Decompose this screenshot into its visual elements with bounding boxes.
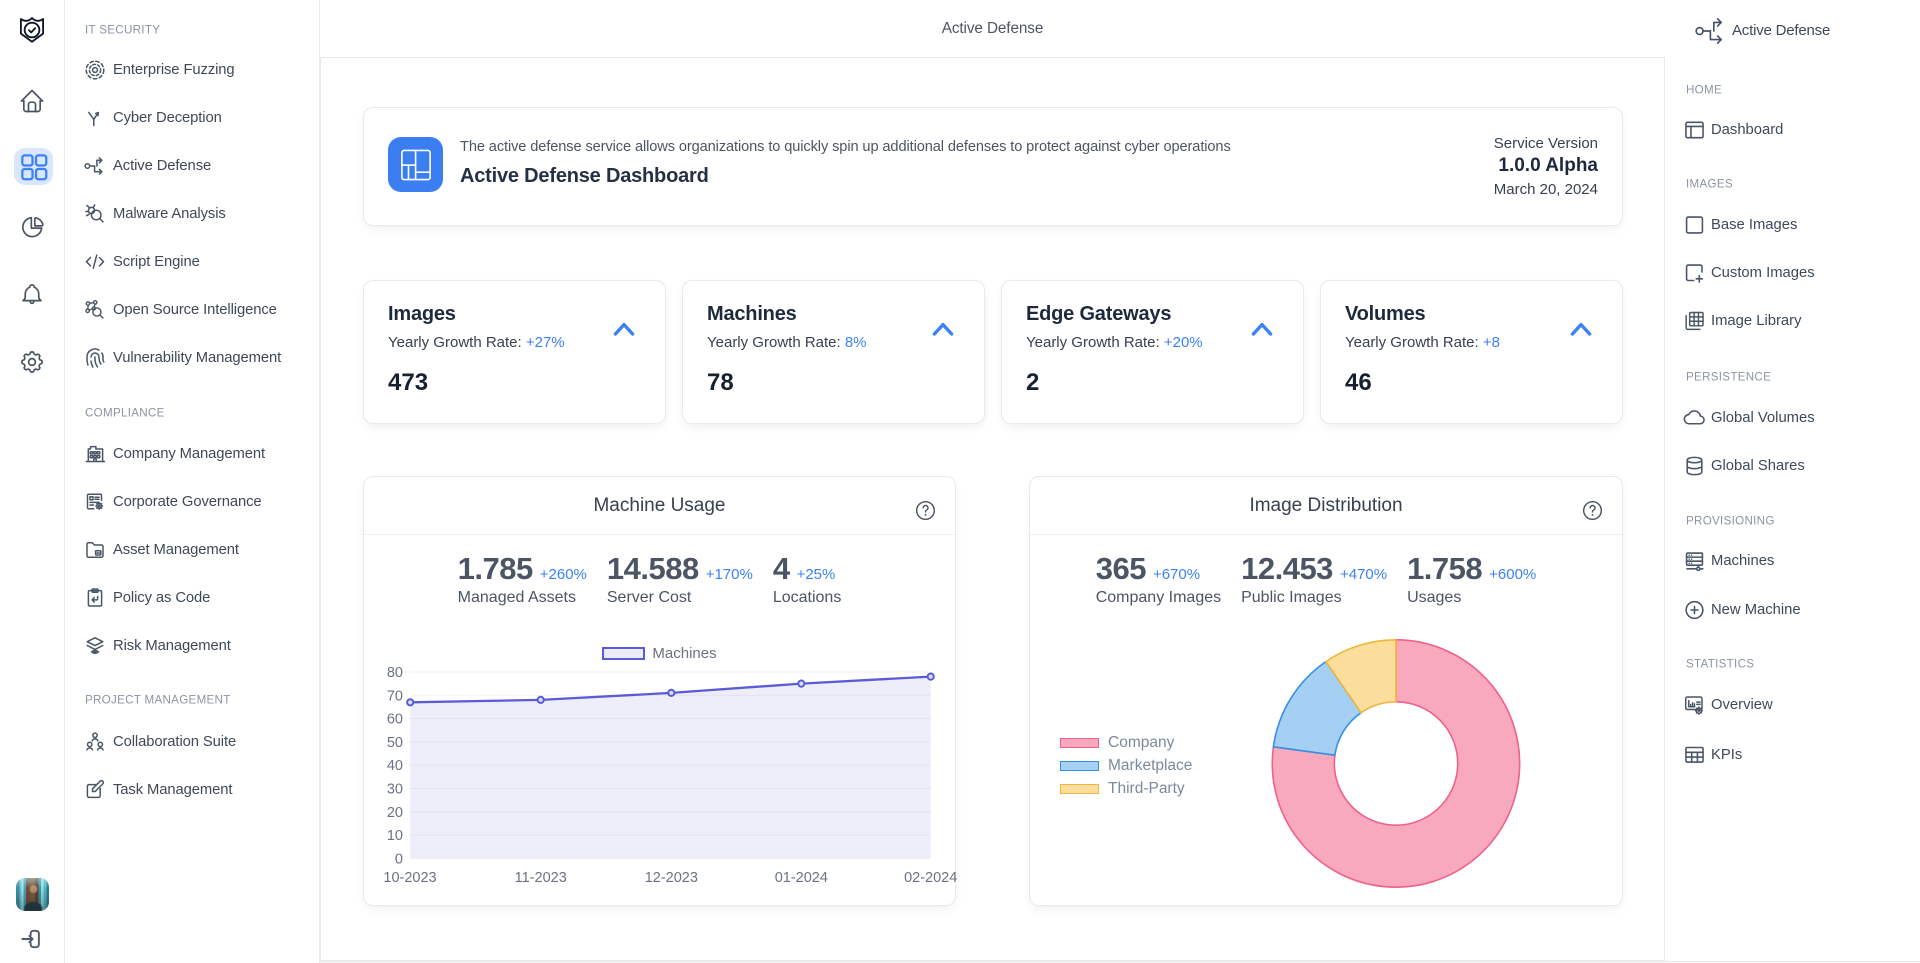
svg-text:60: 60 [387, 712, 403, 728]
svg-text:11-2023: 11-2023 [515, 870, 567, 886]
svg-text:12-2023: 12-2023 [645, 870, 698, 886]
svg-text:70: 70 [387, 688, 403, 704]
svg-text:30: 30 [387, 782, 403, 798]
svg-text:20: 20 [387, 805, 403, 821]
svg-text:10-2023: 10-2023 [383, 870, 436, 886]
svg-text:02-2024: 02-2024 [904, 870, 957, 886]
svg-text:01-2024: 01-2024 [775, 870, 828, 886]
svg-text:50: 50 [387, 735, 403, 751]
svg-text:0: 0 [395, 851, 403, 867]
svg-text:40: 40 [387, 758, 403, 774]
svg-text:80: 80 [387, 665, 403, 681]
svg-text:10: 10 [387, 828, 403, 844]
